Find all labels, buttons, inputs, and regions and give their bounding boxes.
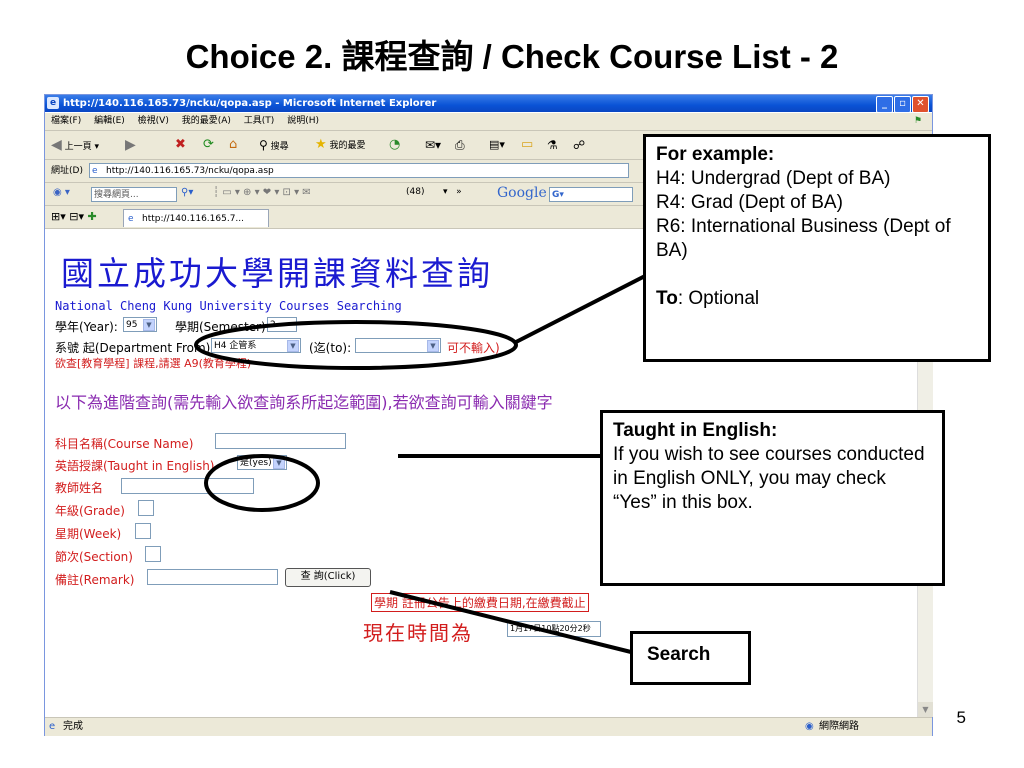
annotation-layer: [194, 274, 646, 655]
english-callout: Taught in English: If you wish to see co…: [600, 410, 945, 586]
example-line-r4: R4: Grad (Dept of BA): [656, 192, 843, 213]
page-number: 5: [956, 708, 966, 727]
search-callout: Search: [630, 631, 751, 685]
english-highlight-ellipse: [204, 454, 320, 512]
english-callout-heading: Taught in English:: [613, 420, 778, 441]
search-pointer-line: [389, 590, 636, 655]
example-line-h4: H4: Undergrad (Dept of BA): [656, 168, 891, 189]
to-label: To: [656, 288, 678, 309]
example-callout: For example: H4: Undergrad (Dept of BA) …: [643, 134, 991, 362]
english-callout-text: If you wish to see courses conducted in …: [613, 444, 925, 513]
search-callout-text: Search: [647, 644, 711, 665]
dept-highlight-ellipse: [194, 320, 518, 370]
example-callout-heading: For example:: [656, 144, 775, 165]
example-line-r6: R6: International Business (Dept of BA): [656, 216, 951, 261]
example-pointer-line: [515, 274, 646, 344]
to-text: : Optional: [677, 288, 760, 309]
